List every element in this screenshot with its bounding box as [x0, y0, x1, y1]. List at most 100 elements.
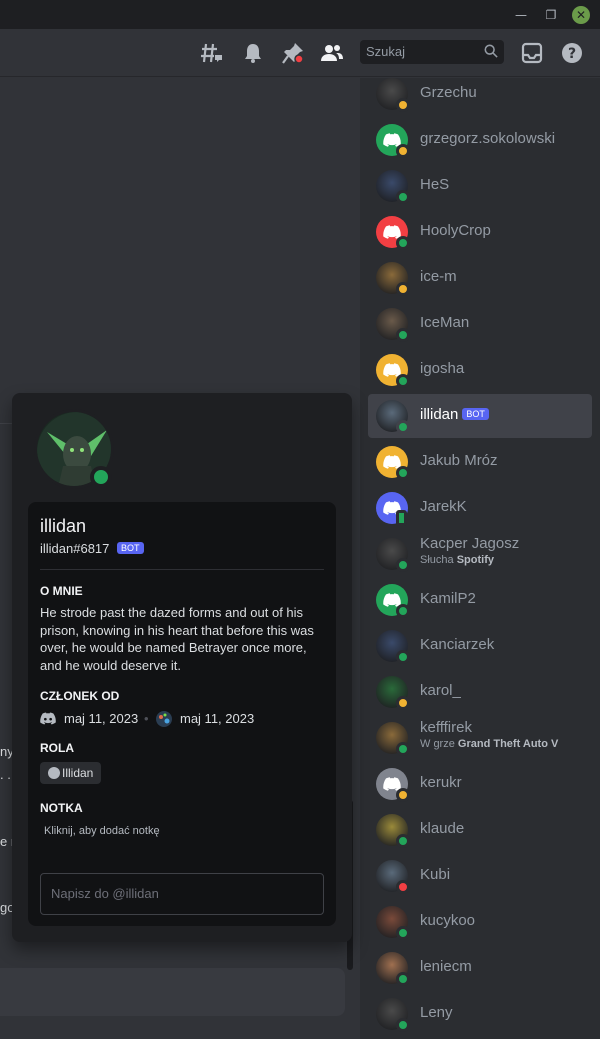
member-item[interactable]: HeS — [368, 164, 592, 208]
member-item[interactable]: karol_ — [368, 670, 592, 714]
member-name: Kubi — [420, 866, 450, 883]
member-name-text: Jakub Mróz — [420, 452, 498, 469]
status-online-indicator — [396, 972, 410, 986]
username: illidan#6817 — [40, 541, 110, 556]
member-name-text: HeS — [420, 176, 450, 193]
status-online-indicator — [396, 420, 410, 434]
member-item[interactable]: HoolyCrop — [368, 210, 592, 254]
member-name: grzegorz.sokolowski — [420, 130, 555, 147]
status-online-indicator — [396, 742, 410, 756]
help-icon[interactable]: ? — [560, 41, 584, 65]
server-icon — [156, 711, 172, 727]
search-icon — [484, 44, 498, 58]
status-online-indicator — [396, 834, 410, 848]
member-name: kefffirek — [420, 719, 472, 736]
status-online-indicator — [396, 466, 410, 480]
member-name: leniecm — [420, 958, 472, 975]
pin-icon[interactable] — [281, 41, 305, 65]
member-item[interactable]: igosha — [368, 348, 592, 392]
status-online-indicator — [396, 604, 410, 618]
member-name-text: HoolyCrop — [420, 222, 491, 239]
member-item[interactable]: illidan BOT — [368, 394, 592, 438]
status-mobile-indicator — [396, 510, 407, 526]
member-item[interactable]: grzegorz.sokolowski — [368, 118, 592, 162]
member-item[interactable]: KamilP2 — [368, 578, 592, 622]
role-pill[interactable]: Illidan — [40, 762, 102, 784]
status-online-indicator — [396, 328, 410, 342]
member-name: klaude — [420, 820, 464, 837]
status-online-indicator — [396, 374, 410, 388]
member-name-text: leniecm — [420, 958, 472, 975]
member-name: igosha — [420, 360, 464, 377]
member-item[interactable]: Kacper Jagosz Słucha Spotify — [368, 532, 592, 576]
member-name: Kacper Jagosz — [420, 535, 519, 552]
member-name: Grzechu — [420, 84, 477, 101]
members-icon[interactable] — [320, 41, 344, 65]
message-user-input[interactable]: Napisz do @illidan — [40, 873, 324, 915]
member-name: Kanciarzek — [420, 636, 494, 653]
member-item[interactable]: Leny — [368, 992, 592, 1036]
bell-icon[interactable] — [241, 41, 265, 65]
threads-icon[interactable] — [200, 41, 224, 65]
divider — [40, 569, 324, 570]
member-item[interactable]: Jakub Mróz — [368, 440, 592, 484]
status-idle-indicator — [396, 282, 410, 296]
member-name: JarekK — [420, 498, 467, 515]
member-name-text: grzegorz.sokolowski — [420, 130, 556, 147]
member-name: illidan BOT — [420, 406, 489, 423]
member-activity: W grze Grand Theft Auto V — [420, 738, 558, 750]
member-item[interactable]: kucykoo — [368, 900, 592, 944]
restore-icon[interactable]: ❐ — [542, 6, 560, 24]
activity-prefix: Słucha — [420, 554, 454, 566]
profile-popout: illidan illidan#6817 BOT O MNIE He strod… — [12, 393, 352, 942]
search-placeholder: Szukaj — [366, 44, 406, 59]
status-online-indicator — [396, 558, 410, 572]
profile-body: illidan illidan#6817 BOT O MNIE He strod… — [28, 502, 336, 926]
status-idle-indicator — [396, 696, 410, 710]
username-row: illidan#6817 BOT — [40, 541, 144, 556]
role-name: Illidan — [62, 766, 94, 780]
status-online-indicator — [90, 466, 112, 488]
role-heading: ROLA — [40, 741, 74, 755]
member-activity: Słucha Spotify — [420, 554, 494, 566]
member-item[interactable]: kefffirek W grze Grand Theft Auto V — [368, 716, 592, 760]
member-item[interactable]: leniecm — [368, 946, 592, 990]
member-item[interactable]: Kanciarzek — [368, 624, 592, 668]
status-idle-indicator — [396, 788, 410, 802]
display-name: illidan — [40, 516, 87, 536]
member-name: HoolyCrop — [420, 222, 491, 239]
activity-name: Grand Theft Auto V — [457, 738, 559, 750]
inbox-icon[interactable] — [520, 41, 544, 65]
member-name: HeS — [420, 176, 449, 193]
member-item[interactable]: JarekK — [368, 486, 592, 530]
member-name-text: Kacper Jagosz — [420, 535, 520, 552]
status-idle-indicator — [396, 144, 410, 158]
status-dnd-indicator — [396, 880, 410, 894]
note-field[interactable]: Kliknij, aby dodać notkę — [44, 825, 160, 837]
bot-badge: BOT — [117, 542, 144, 554]
status-online-indicator — [396, 236, 410, 250]
member-name-text: karol_ — [420, 682, 461, 699]
discord-icon — [40, 712, 56, 725]
member-name: kucykoo — [420, 912, 475, 929]
member-item[interactable]: Grzechu — [368, 78, 592, 116]
member-item[interactable]: ice-m — [368, 256, 592, 300]
bot-badge: BOT — [462, 408, 489, 420]
channel-header: ? — [0, 29, 600, 77]
member-name: KamilP2 — [420, 590, 476, 607]
member-item[interactable]: klaude — [368, 808, 592, 852]
status-idle-indicator — [396, 98, 410, 112]
member-list: Grzechu grzegorz.sokolowski HeS HoolyCrop ic… — [360, 78, 600, 1039]
member-item[interactable]: Kubi — [368, 854, 592, 898]
activity-prefix: W grze — [420, 738, 455, 750]
member-item[interactable]: kerukr — [368, 762, 592, 806]
member-name-text: illidan — [420, 406, 459, 423]
member-name-text: igosha — [420, 360, 465, 377]
message-input[interactable] — [0, 968, 345, 1016]
status-online-indicator — [396, 650, 410, 664]
member-item[interactable]: IceMan — [368, 302, 592, 346]
window-titlebar: — ❐ ✕ — [0, 0, 600, 29]
search-input[interactable]: Szukaj — [360, 40, 504, 64]
minimize-icon[interactable]: — — [512, 6, 530, 24]
close-icon[interactable]: ✕ — [572, 6, 590, 24]
